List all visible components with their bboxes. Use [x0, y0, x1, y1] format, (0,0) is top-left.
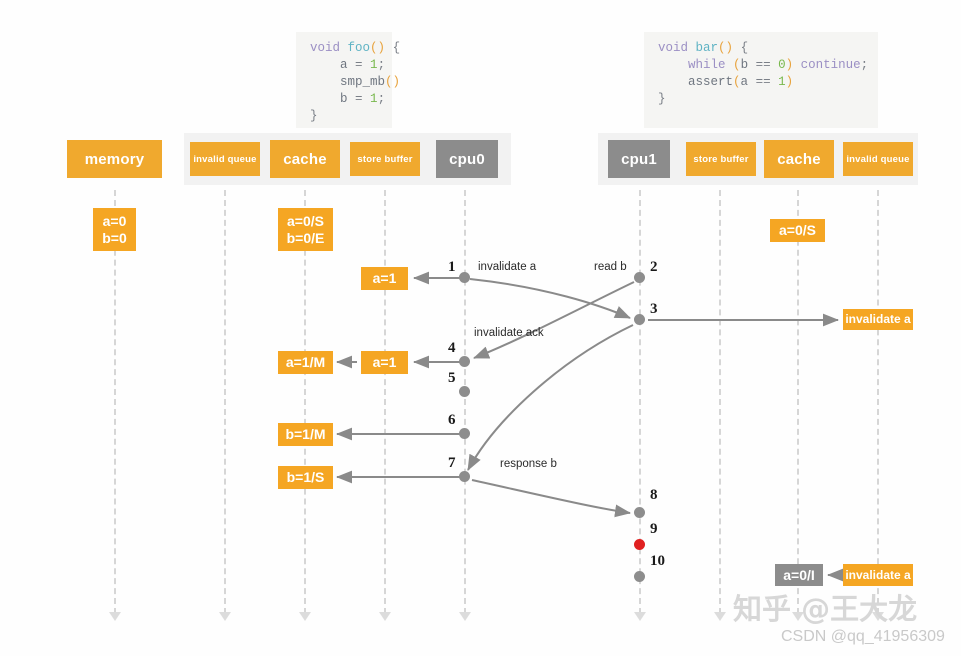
step-number-3: 3: [650, 301, 658, 317]
state-cpu1-invalid-queue-entry-1: invalidate a: [843, 309, 913, 330]
diagram-canvas: void foo() { a = 1; smp_mb() b = 1; } vo…: [0, 0, 961, 656]
header-cpu1-invalid-queue[interactable]: invalid queue: [843, 142, 913, 176]
state-memory-initial: a=0 b=0: [93, 208, 136, 251]
node-step-6[interactable]: [459, 428, 470, 439]
step-number-1: 1: [448, 259, 456, 275]
header-cpu1-store-buffer[interactable]: store buffer: [686, 142, 756, 176]
step-number-8: 8: [650, 487, 658, 503]
state-step1-store-buffer: a=1: [361, 267, 408, 290]
step-number-10: 10: [650, 553, 665, 569]
node-step-8[interactable]: [634, 507, 645, 518]
lifeline-cpu1-cache: [797, 190, 799, 614]
node-step-1[interactable]: [459, 272, 470, 283]
lifeline-arrow-cpu1: [634, 612, 646, 621]
code-block-bar: void bar() { while (b == 0) continue; as…: [644, 32, 878, 128]
header-cpu1-cache[interactable]: cache: [764, 140, 834, 178]
lifeline-arrow-cpu0-invalid-queue: [219, 612, 231, 621]
header-cpu0-cache[interactable]: cache: [270, 140, 340, 178]
lifeline-arrow-memory: [109, 612, 121, 621]
state-step4-cache: a=1/M: [278, 351, 333, 374]
header-cpu0-invalid-queue[interactable]: invalid queue: [190, 142, 260, 176]
state-step4-store-buffer: a=1: [361, 351, 408, 374]
edge-label-read-b: read b: [594, 261, 627, 273]
watermark-csdn: CSDN @qq_41956309: [781, 628, 945, 645]
node-step-3[interactable]: [634, 314, 645, 325]
lifeline-cpu1-store-buffer: [719, 190, 721, 614]
state-cpu1-invalid-queue-entry-2: invalidate a: [843, 564, 913, 586]
edge-label-invalidate-ack: invalidate ack: [474, 327, 544, 339]
step-number-4: 4: [448, 340, 456, 356]
header-cpu0-store-buffer[interactable]: store buffer: [350, 142, 420, 176]
node-step-5[interactable]: [459, 386, 470, 397]
edge-label-response-b: response b: [500, 458, 557, 470]
header-memory[interactable]: memory: [67, 140, 162, 178]
lifeline-cpu1: [639, 190, 641, 614]
lifeline-cpu0-store-buffer: [384, 190, 386, 614]
lifeline-cpu1-invalid-queue: [877, 190, 879, 614]
header-cpu0[interactable]: cpu0: [436, 140, 498, 178]
lifeline-arrow-cpu0: [459, 612, 471, 621]
state-cpu0-cache-initial: a=0/S b=0/E: [278, 208, 333, 251]
state-cpu1-cache-final: a=0/I: [775, 564, 823, 586]
code-block-foo: void foo() { a = 1; smp_mb() b = 1; }: [296, 32, 400, 128]
state-cpu1-cache-initial: a=0/S: [770, 219, 825, 242]
node-step-7[interactable]: [459, 471, 470, 482]
node-step-4[interactable]: [459, 356, 470, 367]
lifeline-cpu0-invalid-queue: [224, 190, 226, 614]
header-cpu1[interactable]: cpu1: [608, 140, 670, 178]
watermark-zhihu: 知乎 @王大龙: [733, 592, 918, 626]
state-step7-cache: b=1/S: [278, 466, 333, 489]
step-number-5: 5: [448, 370, 456, 386]
lifeline-memory: [114, 190, 116, 614]
state-step6-cache: b=1/M: [278, 423, 333, 446]
lifeline-cpu0-cache: [304, 190, 306, 614]
edge-label-invalidate-a: invalidate a: [478, 261, 537, 273]
step-number-9: 9: [650, 521, 658, 537]
node-step-9[interactable]: [634, 539, 645, 550]
step-number-6: 6: [448, 412, 456, 428]
node-step-10[interactable]: [634, 571, 645, 582]
lifeline-cpu0: [464, 190, 466, 614]
lifeline-arrow-cpu0-cache: [299, 612, 311, 621]
step-number-2: 2: [650, 259, 658, 275]
lifeline-arrow-cpu1-store-buffer: [714, 612, 726, 621]
step-number-7: 7: [448, 455, 456, 471]
lifeline-arrow-cpu0-store-buffer: [379, 612, 391, 621]
node-step-2[interactable]: [634, 272, 645, 283]
